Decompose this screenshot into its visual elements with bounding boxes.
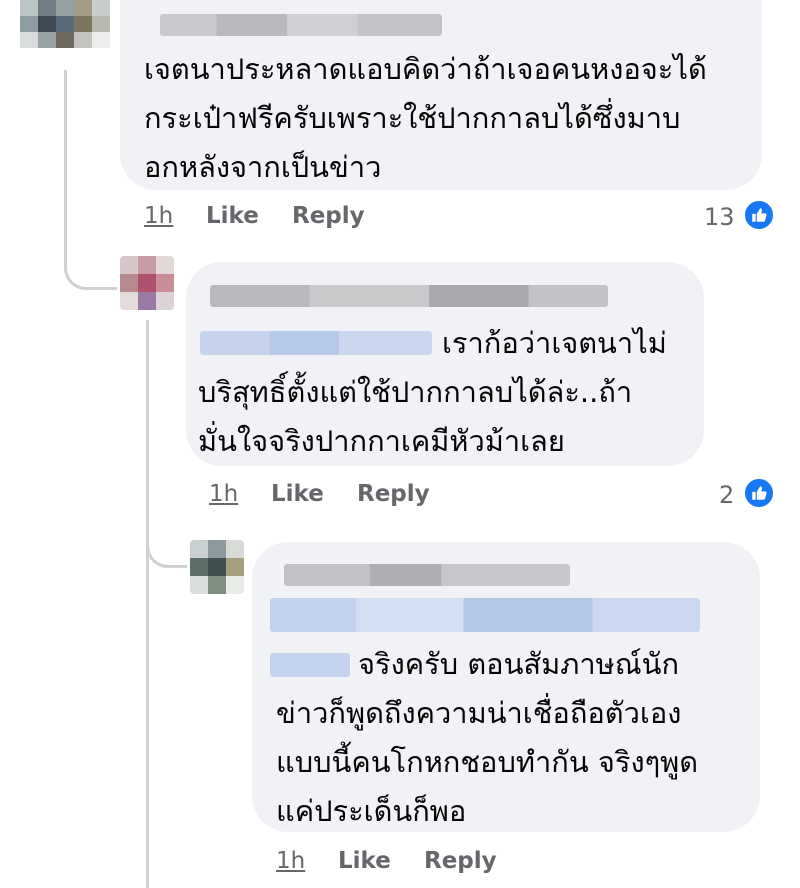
comment-timestamp[interactable]: 1h [209, 481, 238, 507]
mention-tag-redacted[interactable] [270, 598, 700, 632]
comment-timestamp[interactable]: 1h [276, 848, 305, 874]
thumbs-up-icon[interactable] [743, 199, 775, 231]
reply-button[interactable]: Reply [357, 481, 430, 507]
comment-timestamp[interactable]: 1h [144, 203, 173, 229]
thumbs-up-icon[interactable] [743, 477, 775, 509]
author-name-redacted[interactable] [210, 285, 608, 307]
reaction-count[interactable]: 2 [719, 481, 734, 509]
reply-connector [64, 255, 117, 290]
avatar[interactable] [20, 0, 110, 48]
comment-text: เจตนาประหลาดแอบคิดว่าถ้าเจอคนหงอจะได้ กร… [144, 52, 707, 184]
author-name-redacted[interactable] [160, 14, 442, 36]
reply-button[interactable]: Reply [292, 203, 365, 229]
comment-text: เราก้อว่าเจตนาไม่ บริสุทธิ์ตั้งแต่ใช้ปาก… [198, 326, 667, 458]
author-name-redacted[interactable] [284, 564, 570, 586]
comment-actions: 1h Like Reply [0, 203, 800, 233]
comment-actions: 1h Like Reply [0, 848, 800, 878]
thread-line [64, 70, 67, 270]
like-button[interactable]: Like [206, 203, 259, 229]
reply-connector [146, 530, 187, 568]
like-button[interactable]: Like [338, 848, 391, 874]
reply-button[interactable]: Reply [424, 848, 497, 874]
thread-line [146, 320, 149, 888]
avatar[interactable] [190, 540, 244, 594]
comment-actions: 1h Like Reply [0, 481, 800, 511]
avatar[interactable] [120, 256, 174, 310]
reaction-count[interactable]: 13 [704, 203, 735, 231]
like-button[interactable]: Like [271, 481, 324, 507]
comment-text: จริงครับ ตอนสัมภาษณ์นัก ข่าวก็พูดถึงความ… [276, 647, 699, 828]
